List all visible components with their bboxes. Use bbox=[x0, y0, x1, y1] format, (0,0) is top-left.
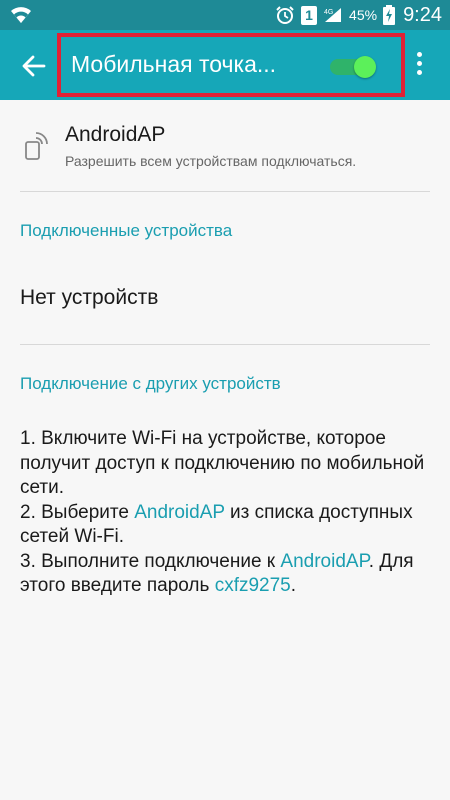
page-title: Мобильная точка... bbox=[71, 51, 277, 77]
password-text: cxfz9275 bbox=[214, 575, 291, 596]
toolbar: Мобильная точка... bbox=[0, 30, 450, 100]
back-arrow-icon[interactable] bbox=[20, 52, 48, 80]
alarm-icon bbox=[276, 6, 294, 24]
divider bbox=[20, 191, 430, 192]
no-devices-text: Нет устройств bbox=[20, 286, 159, 309]
instruction-step-2: 2. Выберите AndroidAP из списка доступны… bbox=[20, 501, 413, 548]
connection-instructions: 1. Включите Wi-Fi на устройстве, которое… bbox=[20, 427, 440, 599]
hotspot-toggle[interactable] bbox=[330, 56, 378, 78]
instruction-step-1: 1. Включите Wi-Fi на устройстве, которое… bbox=[20, 428, 425, 498]
other-devices-header: Подключение с других устройств bbox=[20, 374, 281, 393]
instruction-step-3: 3. Выполните подключение к AndroidAP. Дл… bbox=[20, 550, 414, 597]
access-point-item[interactable]: AndroidAP Разрешить всем устройствам под… bbox=[0, 100, 450, 191]
hotspot-icon bbox=[25, 132, 48, 160]
status-bar: 1 4G 45% 9:24 bbox=[0, 0, 450, 30]
clock: 9:24 bbox=[403, 3, 442, 26]
svg-text:4G: 4G bbox=[324, 9, 333, 16]
access-point-subtitle: Разрешить всем устройствам подключаться. bbox=[65, 153, 357, 169]
connected-devices-header: Подключенные устройства bbox=[20, 221, 233, 240]
network-name-link: AndroidAP bbox=[280, 550, 369, 572]
divider bbox=[20, 344, 430, 345]
title-highlight: Мобильная точка... bbox=[57, 33, 405, 97]
sim-icon: 1 bbox=[301, 5, 318, 25]
access-point-name: AndroidAP bbox=[65, 123, 166, 146]
battery-charging-icon bbox=[383, 5, 396, 25]
wifi-icon bbox=[11, 7, 31, 23]
more-options-icon[interactable] bbox=[412, 52, 426, 80]
battery-percent: 45% bbox=[349, 7, 378, 23]
toggle-thumb bbox=[354, 56, 376, 78]
network-name-link: AndroidAP bbox=[134, 501, 225, 523]
signal-icon: 4G bbox=[324, 8, 342, 22]
